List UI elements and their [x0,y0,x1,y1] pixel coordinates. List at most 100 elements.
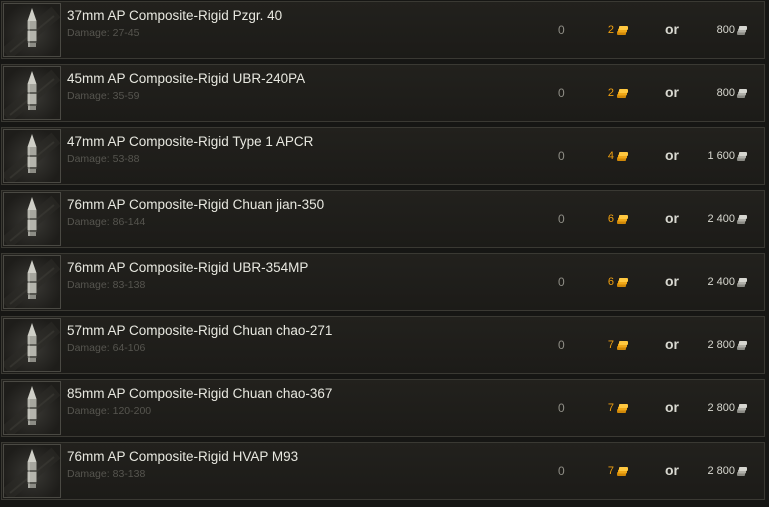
credit-price-value: 2 400 [707,276,735,288]
shell-thumbnail [3,192,61,246]
credits-icon [737,403,747,413]
gold-price[interactable]: 7 [608,402,628,414]
shell-row[interactable]: 76mm AP Composite-Rigid Chuan jian-350 D… [1,190,765,248]
gold-price-value: 6 [607,276,614,288]
gold-price[interactable]: 7 [608,465,628,477]
credit-price-value: 1 600 [707,150,735,162]
ap-shell-icon [4,384,60,434]
gold-price[interactable]: 6 [608,276,628,288]
credit-price[interactable]: 2 400 [707,276,747,288]
credit-price[interactable]: 1 600 [707,150,747,162]
ap-shell-icon [4,447,60,497]
credit-price[interactable]: 2 800 [707,402,747,414]
or-label: or [665,210,679,226]
shell-thumbnail [3,129,61,183]
credits-icon [737,466,747,476]
or-label: or [665,84,679,100]
or-label: or [665,21,679,37]
credit-price-value: 2 800 [707,402,735,414]
shell-damage: Damage: 35-59 [67,90,139,102]
or-label: or [665,462,679,478]
shell-name: 76mm AP Composite-Rigid Chuan jian-350 [67,197,325,212]
stock-count: 0 [558,86,565,100]
shell-thumbnail [3,66,61,120]
credit-price[interactable]: 2 800 [707,465,747,477]
credit-price[interactable]: 800 [717,24,747,36]
gold-coin-icon [617,214,628,224]
shell-name: 85mm AP Composite-Rigid Chuan chao-367 [67,386,333,401]
shell-row[interactable]: 37mm AP Composite-Rigid Pzgr. 40 Damage:… [1,1,765,59]
credit-price[interactable]: 2 400 [707,213,747,225]
shell-damage: Damage: 86-144 [67,216,145,228]
damage-label: Damage: [67,90,110,102]
gold-price-value: 2 [607,24,614,36]
ap-shell-icon [4,258,60,308]
shell-row[interactable]: 47mm AP Composite-Rigid Type 1 APCR Dama… [1,127,765,185]
shell-damage: Damage: 27-45 [67,27,139,39]
gold-coin-icon [617,340,628,350]
credit-price-value: 2 400 [707,213,735,225]
shell-thumbnail [3,3,61,57]
credit-price-value: 2 800 [707,465,735,477]
shell-row[interactable]: 57mm AP Composite-Rigid Chuan chao-271 D… [1,316,765,374]
credit-price-value: 800 [716,87,735,99]
stock-count: 0 [558,212,565,226]
damage-value: 53-88 [112,153,140,165]
shell-row[interactable]: 76mm AP Composite-Rigid HVAP M93 Damage:… [1,442,765,500]
damage-value: 35-59 [112,90,140,102]
damage-label: Damage: [67,279,110,291]
gold-price[interactable]: 7 [608,339,628,351]
credits-icon [737,151,747,161]
shell-name: 47mm AP Composite-Rigid Type 1 APCR [67,134,314,149]
credit-price[interactable]: 800 [717,87,747,99]
ap-shell-icon [4,195,60,245]
credits-icon [737,214,747,224]
credit-price[interactable]: 2 800 [707,339,747,351]
shell-thumbnail [3,444,61,498]
gold-price[interactable]: 4 [608,150,628,162]
stock-count: 0 [558,464,565,478]
credits-icon [737,25,747,35]
gold-coin-icon [617,151,628,161]
shell-damage: Damage: 83-138 [67,279,145,291]
stock-count: 0 [558,401,565,415]
stock-count: 0 [558,338,565,352]
shell-damage: Damage: 83-138 [67,468,145,480]
ap-shell-icon [4,132,60,182]
shell-row[interactable]: 85mm AP Composite-Rigid Chuan chao-367 D… [1,379,765,437]
or-label: or [665,399,679,415]
damage-label: Damage: [67,468,110,480]
damage-value: 83-138 [112,468,146,480]
stock-count: 0 [558,275,565,289]
shell-shop-list: 37mm AP Composite-Rigid Pzgr. 40 Damage:… [0,0,769,507]
gold-price[interactable]: 2 [608,24,628,36]
damage-label: Damage: [67,27,110,39]
or-label: or [665,147,679,163]
credits-icon [737,277,747,287]
gold-price[interactable]: 6 [608,213,628,225]
damage-value: 27-45 [112,27,140,39]
or-label: or [665,273,679,289]
shell-damage: Damage: 53-88 [67,153,139,165]
gold-coin-icon [617,88,628,98]
gold-coin-icon [617,25,628,35]
shell-name: 45mm AP Composite-Rigid UBR-240PA [67,71,306,86]
stock-count: 0 [558,149,565,163]
ap-shell-icon [4,321,60,371]
shell-thumbnail [3,318,61,372]
stock-count: 0 [558,23,565,37]
gold-price-value: 4 [607,150,614,162]
damage-value: 64-106 [112,342,146,354]
gold-price-value: 6 [607,213,614,225]
shell-name: 57mm AP Composite-Rigid Chuan chao-271 [67,323,333,338]
shell-name: 37mm AP Composite-Rigid Pzgr. 40 [67,8,283,23]
damage-label: Damage: [67,216,110,228]
shell-thumbnail [3,255,61,309]
shell-row[interactable]: 45mm AP Composite-Rigid UBR-240PA Damage… [1,64,765,122]
shell-name: 76mm AP Composite-Rigid HVAP M93 [67,449,299,464]
ap-shell-icon [4,6,60,56]
gold-price[interactable]: 2 [608,87,628,99]
damage-label: Damage: [67,153,110,165]
shell-row[interactable]: 76mm AP Composite-Rigid UBR-354MP Damage… [1,253,765,311]
gold-price-value: 7 [607,465,614,477]
